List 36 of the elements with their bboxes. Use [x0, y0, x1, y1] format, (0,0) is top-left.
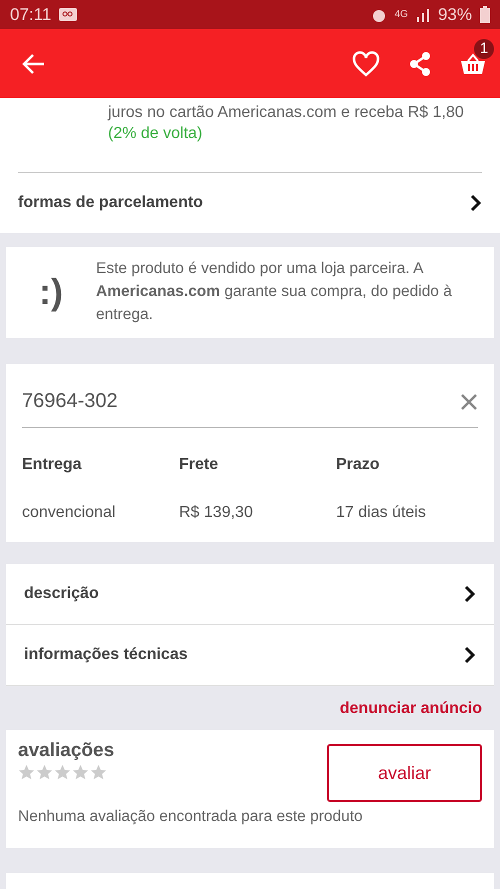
signal-icon [416, 8, 430, 22]
zip-code-field[interactable]: 76964-302 [22, 378, 478, 428]
report-link[interactable]: denunciar anúncio [340, 700, 482, 717]
share-icon[interactable] [408, 50, 432, 76]
clock: 07:11 [10, 4, 52, 24]
column-header: Prazo [336, 456, 381, 474]
star-icon [18, 764, 35, 781]
link-row[interactable]: descrição [6, 564, 494, 625]
link-row[interactable]: informações técnicas [6, 625, 494, 686]
back-icon[interactable] [22, 52, 46, 74]
reviews-title: avaliações [18, 740, 114, 762]
column-header: Frete [179, 456, 220, 474]
rate-button[interactable]: avaliar [327, 744, 482, 802]
table-cell-text: convencional [22, 504, 116, 522]
table-cell-text: 17 dias úteis [336, 504, 427, 522]
table-cell-text: R$ 139,30 [179, 504, 254, 522]
column-header: Entrega [22, 456, 83, 474]
cashback-text: juros no cartão Americanas.com e receba R$ 1,80 (2% de volta) [108, 103, 465, 144]
smiley-face: :) [38, 270, 64, 312]
no-reviews-text: Nenhuma avaliação encontrada para este produto [18, 808, 364, 826]
star-icon [36, 764, 53, 781]
seller-notice-text: Este produto é vendido por uma loja parceira. A Americanas.com garante sua compra, do pedido à entrega. [96, 259, 453, 325]
star-icon [72, 764, 89, 781]
battery-level: 93% [438, 4, 472, 24]
chevron-right-icon [464, 646, 476, 664]
star-icon [54, 764, 71, 781]
chevron-right-icon [470, 194, 482, 212]
cart-count-badge: 1 [474, 38, 494, 58]
star-icon [90, 764, 107, 781]
chevron-right-icon [464, 585, 476, 603]
network-label: 4G [394, 9, 408, 20]
battery-icon [480, 6, 490, 23]
close-icon[interactable] [460, 392, 478, 410]
voicemail-icon [59, 8, 78, 21]
installments-row[interactable]: formas de parcelamento [0, 173, 500, 233]
heart-icon[interactable] [352, 50, 380, 76]
